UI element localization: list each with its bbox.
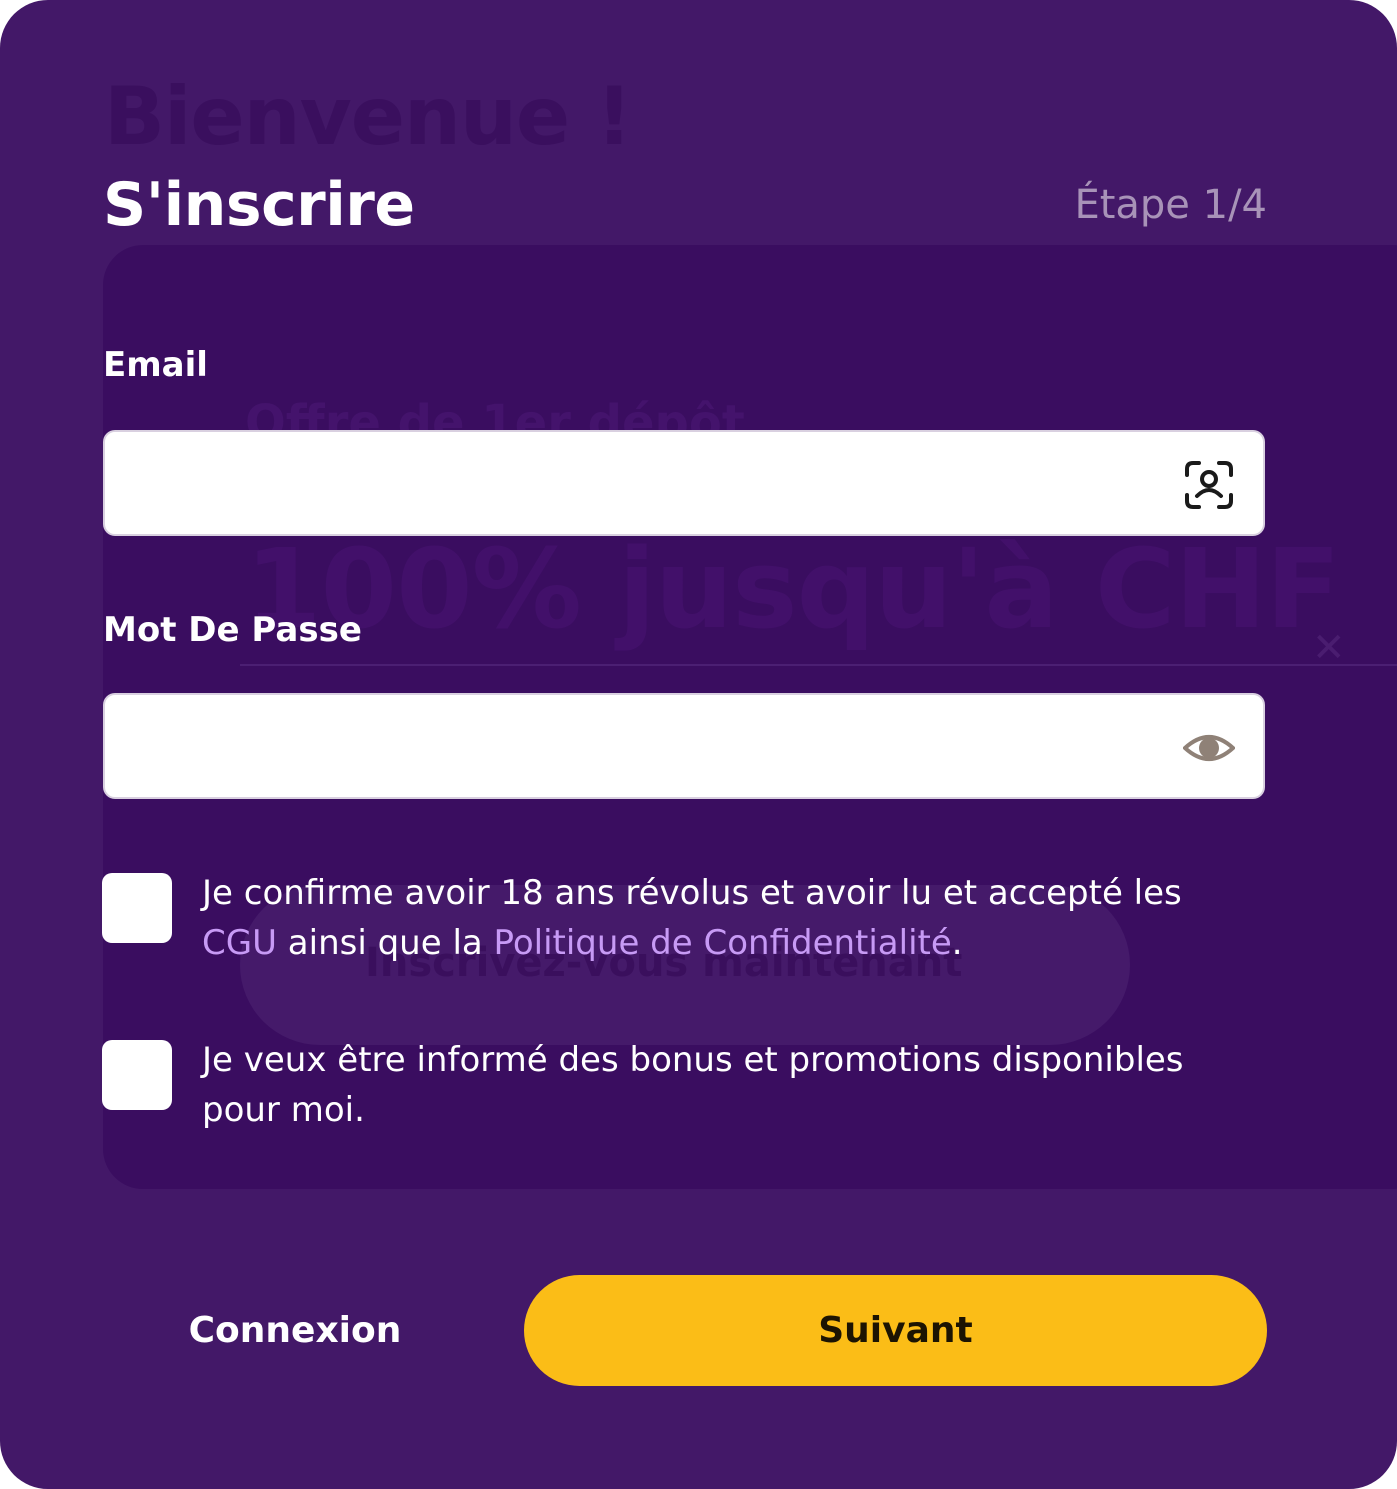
- cgu-link[interactable]: CGU: [202, 923, 277, 963]
- eye-icon[interactable]: [1183, 722, 1235, 774]
- background-headline: 100% jusqu'à CHF: [245, 525, 1341, 653]
- password-field[interactable]: [129, 695, 1163, 799]
- login-button[interactable]: Connexion: [150, 1295, 440, 1365]
- promotions-text: Je veux être informé des bonus et promot…: [202, 1040, 1184, 1130]
- email-field-container: [103, 430, 1265, 536]
- terms-text-after: .: [951, 923, 963, 963]
- terms-text-middle: ainsi que la: [276, 923, 494, 963]
- background-welcome-title: Bienvenue !: [104, 70, 633, 163]
- step-indicator: Étape 1/4: [1074, 182, 1267, 228]
- promotions-checkbox[interactable]: [102, 1040, 172, 1110]
- face-id-icon[interactable]: [1183, 459, 1235, 511]
- privacy-policy-link[interactable]: Politique de Confidentialité: [494, 923, 952, 963]
- terms-text-before: Je confirme avoir 18 ans révolus et avoi…: [202, 873, 1182, 913]
- background-divider: [240, 664, 1397, 666]
- password-label: Mot De Passe: [103, 610, 362, 650]
- email-field[interactable]: [129, 432, 1163, 536]
- terms-checkbox[interactable]: [102, 873, 172, 943]
- background-close-icon: ✕: [1312, 625, 1346, 671]
- terms-text: Je confirme avoir 18 ans révolus et avoi…: [202, 868, 1252, 968]
- password-field-container: [103, 693, 1265, 799]
- page-title: S'inscrire: [103, 170, 415, 240]
- next-button[interactable]: Suivant: [524, 1275, 1267, 1386]
- signup-modal: Bienvenue ! Offre de 1er dépôt 100% jusq…: [0, 0, 1397, 1489]
- email-label: Email: [103, 345, 208, 385]
